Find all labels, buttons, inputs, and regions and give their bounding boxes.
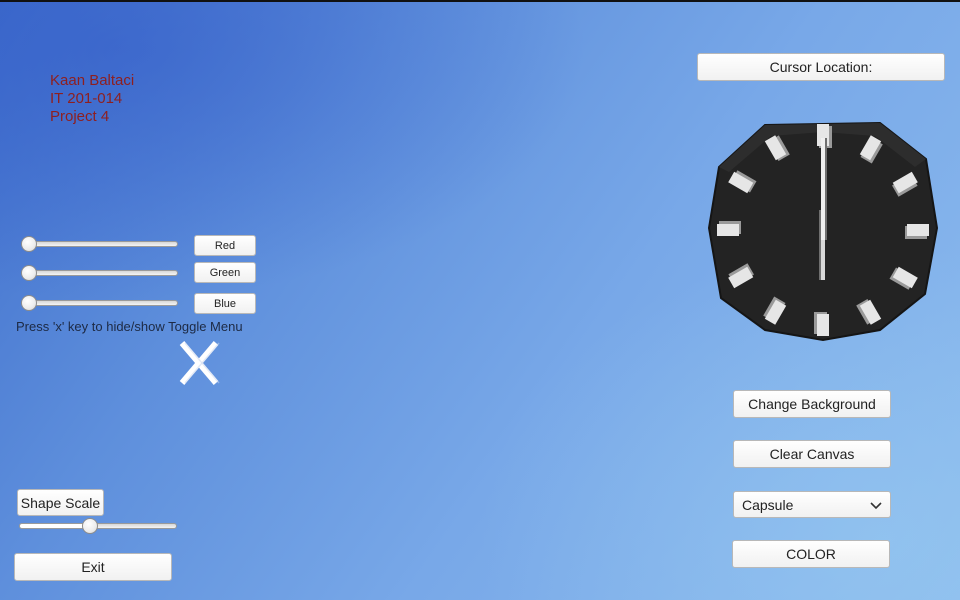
clock-hour-marker (905, 224, 929, 239)
cursor-location-display: Cursor Location: (697, 53, 945, 81)
green-slider-handle[interactable] (21, 265, 37, 281)
toggle-menu-hint: Press 'x' key to hide/show Toggle Menu (16, 319, 243, 334)
blue-slider-handle[interactable] (21, 295, 37, 311)
project-title: Project 4 (50, 108, 110, 125)
blue-button[interactable]: Blue (194, 293, 256, 314)
clear-canvas-button[interactable]: Clear Canvas (733, 440, 891, 468)
close-x-icon[interactable] (177, 340, 221, 386)
chevron-down-icon (870, 497, 882, 513)
shape-scale-button[interactable]: Shape Scale (17, 489, 104, 516)
red-slider[interactable] (21, 236, 178, 252)
green-slider-track (21, 270, 178, 276)
course-code: IT 201-014 (50, 90, 123, 107)
clock-minute-hand (821, 138, 827, 240)
shape-scale-slider[interactable] (19, 518, 177, 534)
red-button[interactable]: Red (194, 235, 256, 256)
shape-dropdown[interactable]: Capsule (733, 491, 891, 518)
shape-dropdown-value: Capsule (742, 496, 794, 513)
blue-slider-track (21, 300, 178, 306)
blue-slider[interactable] (21, 295, 178, 311)
exit-button[interactable]: Exit (14, 553, 172, 581)
analog-clock (705, 112, 940, 344)
green-slider[interactable] (21, 265, 178, 281)
change-background-button[interactable]: Change Background (733, 390, 891, 418)
clock-hour-marker (814, 312, 829, 336)
shape-scale-handle[interactable] (82, 518, 99, 534)
red-slider-track (21, 241, 178, 247)
color-button[interactable]: COLOR (732, 540, 890, 568)
clock-hour-marker (717, 221, 741, 236)
shape-scale-fill (19, 523, 91, 529)
green-button[interactable]: Green (194, 262, 256, 283)
author-info: Kaan Baltaci IT 201-014 Project 4 (50, 72, 134, 126)
red-slider-handle[interactable] (21, 236, 37, 252)
author-name: Kaan Baltaci (50, 72, 135, 89)
